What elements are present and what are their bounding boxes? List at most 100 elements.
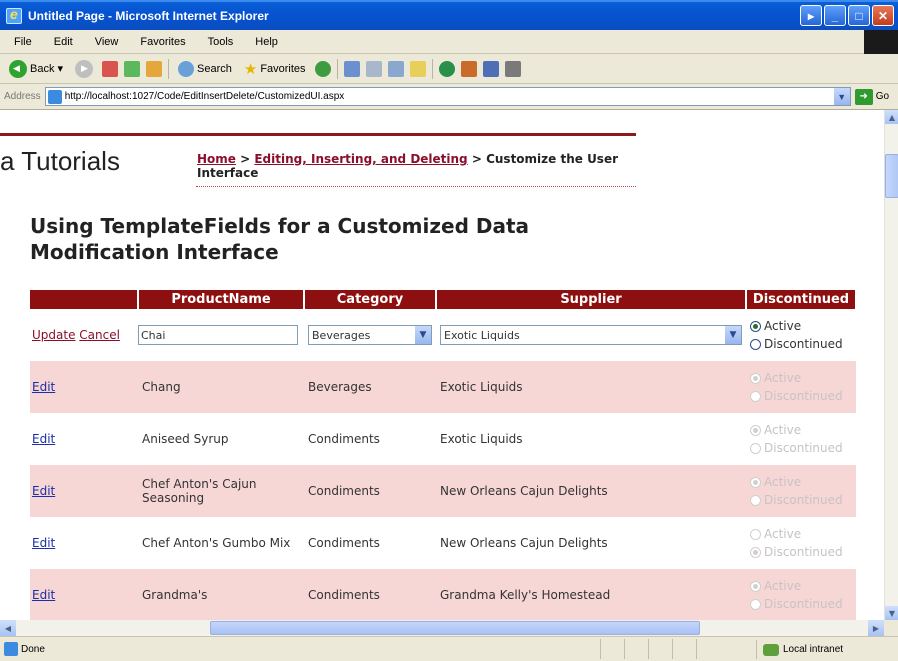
edit-link[interactable]: Edit (32, 484, 55, 498)
close-button[interactable]: ✕ (872, 5, 894, 26)
go-label: Go (875, 91, 890, 102)
header-category: Category (304, 290, 437, 309)
address-input[interactable]: http://localhost:1027/Code/EditInsertDel… (44, 87, 851, 106)
menu-edit[interactable]: Edit (50, 35, 77, 49)
window-titlebar: Untitled Page - Microsoft Internet Explo… (0, 0, 898, 30)
active-radio[interactable]: Active (750, 317, 852, 335)
menu-favorites[interactable]: Favorites (136, 35, 189, 49)
status-text: Done (21, 643, 45, 655)
vertical-scroll-thumb[interactable] (885, 154, 898, 198)
active-radio-disabled: Active (750, 525, 852, 543)
go-button[interactable]: ➜ Go (854, 88, 890, 105)
address-url: http://localhost:1027/Code/EditInsertDel… (64, 91, 345, 102)
supplier-dropdown[interactable]: Exotic Liquids ▼ (440, 325, 742, 345)
back-button[interactable]: Back ▾ (6, 58, 66, 80)
site-title: a Tutorials (0, 146, 120, 176)
window-extra-button[interactable]: ▸ (800, 5, 822, 26)
stop-icon[interactable] (102, 60, 118, 77)
address-dropdown-icon[interactable]: ▼ (833, 88, 850, 105)
vertical-scrollbar[interactable]: ▲ ▼ (884, 110, 898, 620)
products-grid: ProductName Category Supplier Discontinu… (30, 290, 857, 620)
discontinued-cell: Active Discontinued (746, 413, 856, 465)
edit-link[interactable]: Edit (32, 536, 55, 550)
discontinued-label: Discontinued (764, 545, 843, 559)
radio-icon (750, 598, 761, 610)
scroll-left-icon[interactable]: ◀ (0, 620, 16, 636)
radio-icon (750, 390, 761, 402)
back-label: Back (30, 62, 55, 75)
productname-textbox[interactable]: Chai (138, 325, 298, 345)
product-cell: Chef Anton's Cajun Seasoning (138, 465, 304, 517)
discuss-icon[interactable] (482, 60, 499, 77)
discontinued-label: Discontinued (764, 389, 843, 403)
menu-tools[interactable]: Tools (204, 35, 238, 49)
chevron-down-icon[interactable]: ▾ (57, 62, 63, 75)
radio-icon (750, 494, 761, 506)
page-icon (47, 89, 62, 104)
scroll-right-icon[interactable]: ▶ (868, 620, 884, 636)
table-row: Edit Aniseed Syrup Condiments Exotic Liq… (30, 413, 856, 465)
address-label: Address (4, 91, 41, 102)
search-icon (178, 60, 194, 77)
edit-link[interactable]: Edit (32, 380, 55, 394)
scroll-up-icon[interactable]: ▲ (885, 110, 898, 124)
breadcrumb-home-link[interactable]: Home (197, 152, 236, 166)
messenger-icon[interactable] (438, 60, 455, 77)
horizontal-scroll-thumb[interactable] (210, 621, 700, 635)
table-row: Edit Chef Anton's Gumbo Mix Condiments N… (30, 517, 856, 569)
supplier-selected: Exotic Liquids (444, 328, 520, 342)
scroll-down-icon[interactable]: ▼ (885, 606, 898, 620)
active-radio-disabled: Active (750, 577, 852, 595)
menu-view[interactable]: View (91, 35, 123, 49)
radio-icon (750, 338, 761, 350)
horizontal-scrollbar[interactable]: ◀ ▶ (0, 620, 884, 636)
edit-link[interactable]: Edit (32, 588, 55, 602)
product-cell: Grandma's (138, 569, 304, 620)
chevron-down-icon: ▼ (725, 326, 741, 344)
product-cell: Chang (138, 361, 304, 413)
discontinued-radio-disabled: Discontinued (750, 491, 852, 509)
address-bar: Address http://localhost:1027/Code/EditI… (0, 84, 898, 110)
category-dropdown[interactable]: Beverages ▼ (308, 325, 432, 345)
media-icon[interactable] (314, 60, 331, 77)
cancel-link[interactable]: Cancel (79, 328, 120, 342)
mail-icon[interactable] (365, 60, 382, 77)
active-label: Active (764, 371, 802, 385)
active-label: Active (764, 423, 802, 437)
extra-tool-icon[interactable] (504, 60, 521, 77)
history-icon[interactable] (343, 60, 360, 77)
back-arrow-icon (9, 59, 27, 78)
search-button[interactable]: Search (175, 59, 235, 79)
minimize-button[interactable]: _ (824, 5, 846, 26)
update-link[interactable]: Update (32, 328, 75, 342)
active-label: Active (764, 527, 802, 541)
radio-icon (750, 546, 761, 558)
menu-bar: File Edit View Favorites Tools Help (0, 30, 898, 54)
edit-row: Update Cancel Chai Beverages ▼ Exotic Li… (30, 309, 856, 361)
home-icon[interactable] (146, 60, 162, 77)
table-row: Edit Grandma's Condiments Grandma Kelly'… (30, 569, 856, 620)
header-discontinued: Discontinued (746, 290, 857, 309)
category-cell: Condiments (304, 569, 436, 620)
favorites-button[interactable]: ★ Favorites (241, 58, 309, 80)
folder-icon[interactable] (409, 60, 426, 77)
header-supplier: Supplier (436, 290, 747, 309)
row-action-cell: Edit (30, 465, 138, 517)
breadcrumb-separator: > (467, 152, 487, 166)
menu-file[interactable]: File (10, 35, 36, 49)
maximize-button[interactable]: □ (848, 5, 870, 26)
refresh-icon[interactable] (124, 60, 140, 77)
active-label: Active (764, 475, 802, 489)
menu-help[interactable]: Help (251, 35, 282, 49)
forward-button[interactable] (72, 58, 96, 80)
edit-link[interactable]: Edit (32, 432, 55, 446)
window-title: Untitled Page - Microsoft Internet Explo… (28, 9, 269, 23)
supplier-cell: New Orleans Cajun Delights (436, 465, 746, 517)
product-cell: Chef Anton's Gumbo Mix (138, 517, 304, 569)
research-icon[interactable] (460, 60, 477, 77)
toolbar-separator (336, 58, 338, 79)
category-cell: Condiments (304, 465, 436, 517)
print-icon[interactable] (387, 60, 404, 77)
discontinued-radio[interactable]: Discontinued (750, 335, 852, 353)
breadcrumb-section-link[interactable]: Editing, Inserting, and Deleting (254, 152, 467, 166)
